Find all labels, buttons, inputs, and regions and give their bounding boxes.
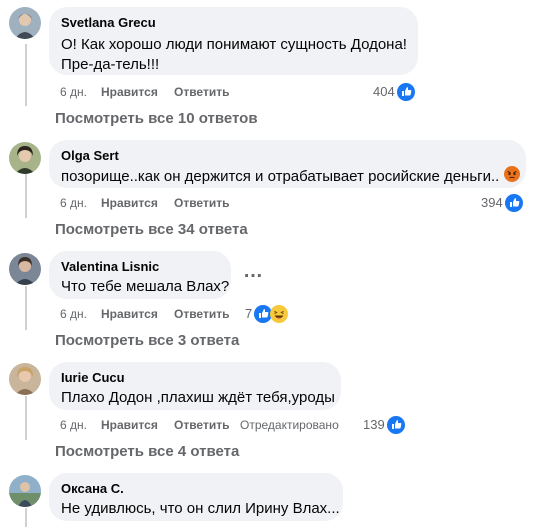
comment-text: Что тебе мешала Влах?: [61, 278, 230, 295]
comment-text: Не удивлюсь, что он слил Ирину Влах...: [61, 500, 340, 517]
like-button[interactable]: Нравится: [101, 84, 158, 100]
thread-line: [25, 286, 27, 330]
thread-line: [25, 396, 27, 440]
comment-actions: 6 дн. Нравится Ответить: [60, 306, 360, 322]
comment-author[interactable]: Оксана С.: [61, 481, 331, 497]
thread-line: [25, 508, 27, 527]
comment-time[interactable]: 6 дн.: [60, 306, 87, 322]
view-replies-button[interactable]: Посмотреть все 34 ответа: [55, 220, 248, 240]
comment-actions: 6 дн. Нравится Ответить Отредактировано: [60, 417, 380, 433]
view-replies-label: Посмотреть все 10 ответов: [55, 110, 258, 127]
more-options-button[interactable]: …: [243, 261, 264, 281]
view-replies-button[interactable]: Посмотреть все 10 ответов: [55, 109, 258, 129]
like-button[interactable]: Нравится: [101, 195, 158, 211]
reaction-count: 394: [481, 195, 503, 210]
comment-time[interactable]: 6 дн.: [60, 417, 87, 433]
view-replies-label: Посмотреть все 3 ответа: [55, 332, 240, 349]
like-icon: [504, 194, 523, 212]
comment-text: О! Как хорошо люди понимают сущность Дод…: [61, 36, 407, 53]
thread-line: [25, 174, 27, 218]
like-button[interactable]: Нравится: [101, 306, 158, 322]
comment-bubble: Valentina Lisnic Что тебе мешала Влах?: [49, 251, 231, 299]
reply-button[interactable]: Ответить: [174, 195, 229, 211]
comment-author[interactable]: Svetlana Grecu: [61, 15, 406, 31]
comment-text: позорище..как он держится и отрабатывает…: [61, 166, 520, 187]
reply-button[interactable]: Ответить: [174, 84, 229, 100]
laugh-icon: [270, 305, 289, 323]
comment-bubble: Olga Sert позорище..как он держится и от…: [49, 140, 526, 188]
comment-bubble: Оксана С. Не удивлюсь, что он слил Ирину…: [49, 473, 343, 521]
avatar[interactable]: [9, 7, 41, 39]
comment-text-content: позорище..как он держится и отрабатывает…: [61, 168, 500, 185]
view-replies-label: Посмотреть все 4 ответа: [55, 443, 240, 460]
comment-text: Плахо Додон ,плахиш ждёт тебя,уроды: [61, 389, 335, 406]
comment-author[interactable]: Valentina Lisnic: [61, 259, 219, 275]
comment-author[interactable]: Iurie Cucu: [61, 370, 329, 386]
reaction-summary[interactable]: 394: [481, 193, 523, 213]
view-replies-button[interactable]: Посмотреть все 4 ответа: [55, 442, 239, 462]
reaction-summary[interactable]: 404: [373, 82, 415, 102]
avatar[interactable]: [9, 363, 41, 395]
reply-button[interactable]: Ответить: [174, 417, 229, 433]
like-icon: [396, 83, 415, 101]
avatar[interactable]: [9, 475, 41, 507]
comment-bubble: Svetlana Grecu О! Как хорошо люди понима…: [49, 7, 418, 75]
angry-emoji-icon: [503, 166, 522, 184]
comment-actions: 6 дн. Нравится Ответить: [60, 84, 360, 100]
reaction-summary[interactable]: 139: [363, 415, 405, 435]
reply-button[interactable]: Ответить: [174, 306, 229, 322]
view-replies-label: Посмотреть все 34 ответа: [55, 221, 248, 238]
comment-time[interactable]: 6 дн.: [60, 195, 87, 211]
like-icon: [386, 416, 405, 434]
comment-bubble: Iurie Cucu Плахо Додон ,плахиш ждёт тебя…: [49, 362, 341, 410]
reaction-count: 404: [373, 84, 395, 99]
reaction-summary[interactable]: 7: [245, 304, 289, 324]
comment-actions: 6 дн. Нравится Ответить: [60, 195, 360, 211]
edited-label: Отредактировано: [240, 418, 339, 432]
comment-text: Пре-да-тель!!!: [61, 56, 160, 73]
reaction-count: 139: [363, 417, 385, 432]
like-button[interactable]: Нравится: [101, 417, 158, 433]
avatar[interactable]: [9, 142, 41, 174]
reaction-count: 7: [245, 306, 253, 321]
view-replies-button[interactable]: Посмотреть все 3 ответа: [55, 331, 239, 351]
thread-line: [25, 44, 27, 106]
comment-author[interactable]: Olga Sert: [61, 148, 514, 164]
comments-section: Svetlana Grecu О! Как хорошо люди понима…: [0, 0, 543, 527]
comment-time[interactable]: 6 дн.: [60, 84, 87, 100]
avatar[interactable]: [9, 253, 41, 285]
